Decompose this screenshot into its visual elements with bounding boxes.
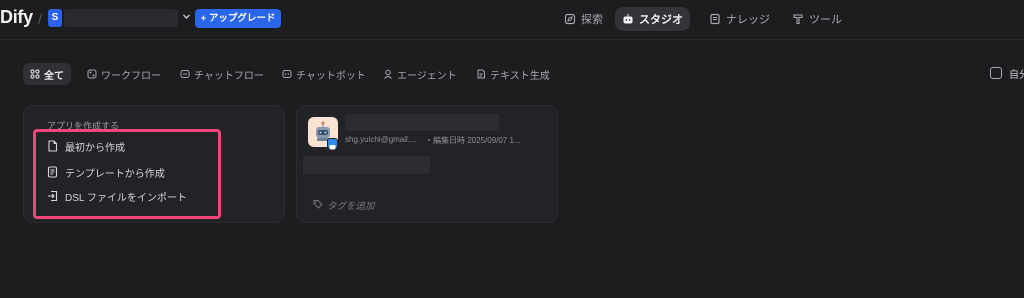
hammer-icon <box>792 13 804 25</box>
filter-tab-workflow[interactable]: ワークフロー <box>80 63 168 85</box>
nav-knowledge-label: ナレッジ <box>726 14 770 26</box>
nav-tools-label: ツール <box>809 14 842 26</box>
compass-icon <box>564 13 576 25</box>
agent-icon <box>383 69 393 79</box>
dify-logo[interactable]: Dify <box>0 7 33 28</box>
app-author: shg.yuichi@gmail.... <box>345 135 417 144</box>
filter-tab-agent[interactable]: エージェント <box>376 63 464 85</box>
workspace-name-redacted[interactable] <box>64 9 178 27</box>
chatbot-icon <box>282 69 292 79</box>
filter-tab-all[interactable]: 全て <box>23 63 71 85</box>
filter-tab-agent-label: エージェント <box>397 70 457 82</box>
filter-tab-text-generation-label: テキスト生成 <box>490 70 550 82</box>
top-header: Dify / S + アップグレード 探索 スタジオ ナレッジ ツール <box>0 0 1024 40</box>
mine-only-checkbox[interactable] <box>990 67 1002 79</box>
nav-studio-label: スタジオ <box>639 14 683 26</box>
nav-knowledge[interactable]: ナレッジ <box>702 7 777 31</box>
workspace-avatar[interactable]: S <box>48 9 62 27</box>
filter-tab-text-generation[interactable]: テキスト生成 <box>469 63 557 85</box>
book-icon <box>709 13 721 25</box>
filter-tab-all-label: 全て <box>44 70 64 82</box>
nav-explore-label: 探索 <box>581 14 603 26</box>
chevron-down-icon[interactable] <box>182 10 192 24</box>
filter-tab-chatbot-label: チャットボット <box>296 70 366 82</box>
nav-studio[interactable]: スタジオ <box>615 7 690 31</box>
text-gen-icon <box>476 69 486 79</box>
add-tag-button[interactable]: タグを追加 <box>313 198 375 212</box>
logo-separator: / <box>38 11 42 27</box>
grid-icon <box>30 69 40 79</box>
highlight-annotation-box <box>33 129 221 219</box>
robot-icon <box>622 13 634 25</box>
tag-icon <box>313 199 323 212</box>
app-name-redacted <box>345 114 499 131</box>
chatflow-icon <box>180 69 190 79</box>
app-description-redacted <box>303 156 430 174</box>
filter-tab-workflow-label: ワークフロー <box>101 70 161 82</box>
app-edited-at: ・編集日時 2025/09/07 1... <box>425 136 521 145</box>
add-tag-label: タグを追加 <box>327 201 375 212</box>
filter-tab-chatflow[interactable]: チャットフロー <box>173 63 271 85</box>
workflow-icon <box>87 69 97 79</box>
chatbot-type-badge-icon <box>327 138 338 150</box>
upgrade-button[interactable]: + アップグレード <box>195 9 281 28</box>
filter-tab-chatflow-label: チャットフロー <box>194 70 264 82</box>
nav-explore[interactable]: 探索 <box>557 7 610 31</box>
filter-tab-chatbot[interactable]: チャットボット <box>275 63 373 85</box>
mine-only-label[interactable]: 自分 <box>1009 66 1024 81</box>
nav-tools[interactable]: ツール <box>785 7 849 31</box>
